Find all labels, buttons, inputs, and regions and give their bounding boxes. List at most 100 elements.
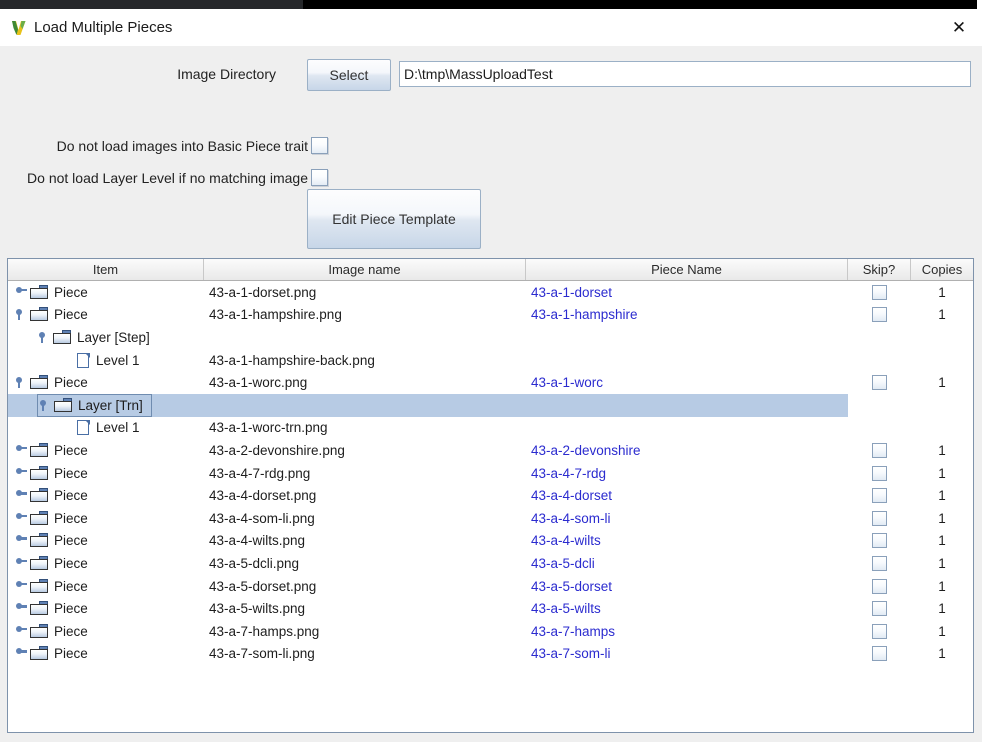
cell-copies[interactable]: 1 [911, 552, 973, 575]
cell-copies[interactable]: 1 [911, 484, 973, 507]
column-header-item[interactable]: Item [8, 259, 204, 280]
cell-copies[interactable]: 1 [911, 439, 973, 462]
tree-collapse-icon[interactable] [37, 331, 50, 344]
cell-skip[interactable] [848, 484, 911, 507]
cell-skip[interactable] [848, 439, 911, 462]
cell-skip[interactable] [848, 304, 911, 327]
cell-piece-name[interactable]: 43-a-4-dorset [526, 484, 848, 507]
column-header-copies[interactable]: Copies [911, 259, 973, 280]
cell-skip[interactable] [848, 620, 911, 643]
cell-piece-name[interactable]: 43-a-4-som-li [526, 507, 848, 530]
cell-piece-name[interactable]: 43-a-2-devonshire [526, 439, 848, 462]
cell-image-name[interactable]: 43-a-5-dorset.png [204, 575, 526, 598]
cell-image-name[interactable]: 43-a-1-worc-trn.png [204, 417, 526, 440]
table-row[interactable]: Piece43-a-4-wilts.png43-a-4-wilts1 [8, 530, 973, 553]
cell-image-name[interactable]: 43-a-4-7-rdg.png [204, 462, 526, 485]
cell-piece-name[interactable] [526, 417, 848, 440]
cell-item[interactable]: Layer [Trn] [8, 394, 204, 417]
cell-image-name[interactable]: 43-a-1-worc.png [204, 371, 526, 394]
cell-piece-name[interactable]: 43-a-7-hamps [526, 620, 848, 643]
edit-piece-template-button[interactable]: Edit Piece Template [307, 189, 481, 249]
cell-skip[interactable] [848, 281, 911, 304]
tree-expand-icon[interactable] [14, 557, 27, 570]
table-row[interactable]: Piece43-a-5-dcli.png43-a-5-dcli1 [8, 552, 973, 575]
tree-collapse-icon[interactable] [14, 308, 27, 321]
tree-expand-icon[interactable] [14, 467, 27, 480]
cell-piece-name[interactable]: 43-a-7-som-li [526, 643, 848, 666]
cell-piece-name[interactable] [526, 394, 848, 417]
cell-item[interactable]: Piece [8, 643, 204, 666]
table-row[interactable]: Piece43-a-7-som-li.png43-a-7-som-li1 [8, 643, 973, 666]
skip-checkbox[interactable] [872, 511, 887, 526]
skip-checkbox[interactable] [872, 307, 887, 322]
cell-piece-name[interactable]: 43-a-5-dorset [526, 575, 848, 598]
cell-item[interactable]: Piece [8, 507, 204, 530]
select-directory-button[interactable]: Select [307, 59, 391, 91]
skip-checkbox[interactable] [872, 556, 887, 571]
skip-checkbox[interactable] [872, 488, 887, 503]
cell-piece-name[interactable]: 43-a-4-7-rdg [526, 462, 848, 485]
tree-expand-icon[interactable] [14, 647, 27, 660]
skip-checkbox[interactable] [872, 579, 887, 594]
cell-item[interactable]: Piece [8, 620, 204, 643]
cell-item[interactable]: Piece [8, 575, 204, 598]
cell-copies[interactable]: 1 [911, 597, 973, 620]
cell-copies[interactable] [911, 417, 973, 440]
cell-piece-name[interactable] [526, 349, 848, 372]
tree-expand-icon[interactable] [14, 580, 27, 593]
cell-image-name[interactable]: 43-a-7-hamps.png [204, 620, 526, 643]
cell-copies[interactable] [911, 326, 973, 349]
cell-skip[interactable] [848, 349, 911, 372]
cell-skip[interactable] [848, 530, 911, 553]
cell-image-name[interactable]: 43-a-4-som-li.png [204, 507, 526, 530]
cell-copies[interactable]: 1 [911, 304, 973, 327]
table-row[interactable]: Piece43-a-2-devonshire.png43-a-2-devonsh… [8, 439, 973, 462]
cell-copies[interactable]: 1 [911, 530, 973, 553]
skip-checkbox[interactable] [872, 533, 887, 548]
skip-checkbox[interactable] [872, 624, 887, 639]
table-row[interactable]: Layer [Step] [8, 326, 973, 349]
cell-item[interactable]: Level 1 [8, 349, 204, 372]
table-row[interactable]: Layer [Trn] [8, 394, 973, 417]
cell-image-name[interactable]: 43-a-1-dorset.png [204, 281, 526, 304]
cell-image-name[interactable]: 43-a-7-som-li.png [204, 643, 526, 666]
image-directory-input[interactable]: D:\tmp\MassUploadTest [399, 61, 971, 87]
column-header-piece-name[interactable]: Piece Name [526, 259, 848, 280]
tree-expand-icon[interactable] [14, 602, 27, 615]
table-row[interactable]: Piece43-a-7-hamps.png43-a-7-hamps 1 [8, 620, 973, 643]
cell-copies[interactable]: 1 [911, 620, 973, 643]
cell-skip[interactable] [848, 575, 911, 598]
cell-copies[interactable]: 1 [911, 281, 973, 304]
cell-item[interactable]: Piece [8, 371, 204, 394]
table-row[interactable]: Piece43-a-5-wilts.png43-a-5-wilts1 [8, 597, 973, 620]
tree-collapse-icon[interactable] [14, 376, 27, 389]
skip-checkbox[interactable] [872, 646, 887, 661]
cell-skip[interactable] [848, 597, 911, 620]
cell-image-name[interactable]: 43-a-4-wilts.png [204, 530, 526, 553]
tree-expand-icon[interactable] [14, 444, 27, 457]
checkbox-no-layer-level[interactable] [311, 169, 328, 186]
cell-skip[interactable] [848, 507, 911, 530]
cell-skip[interactable] [848, 371, 911, 394]
tree-expand-icon[interactable] [14, 625, 27, 638]
cell-copies[interactable]: 1 [911, 507, 973, 530]
cell-item[interactable]: Piece [8, 439, 204, 462]
table-row[interactable]: Level 143-a-1-worc-trn.png [8, 417, 973, 440]
skip-checkbox[interactable] [872, 443, 887, 458]
cell-piece-name[interactable]: 43-a-4-wilts [526, 530, 848, 553]
cell-image-name[interactable]: 43-a-1-hampshire-back.png [204, 349, 526, 372]
table-row[interactable]: Piece43-a-1-worc.png43-a-1-worc1 [8, 371, 973, 394]
tree-expand-icon[interactable] [14, 286, 27, 299]
skip-checkbox[interactable] [872, 375, 887, 390]
cell-image-name[interactable]: 43-a-5-dcli.png [204, 552, 526, 575]
cell-item[interactable]: Piece [8, 597, 204, 620]
table-row[interactable]: Piece43-a-1-dorset.png43-a-1-dorset1 [8, 281, 973, 304]
skip-checkbox[interactable] [872, 285, 887, 300]
cell-piece-name[interactable]: 43-a-1-dorset [526, 281, 848, 304]
cell-copies[interactable] [911, 394, 973, 417]
cell-item[interactable]: Level 1 [8, 417, 204, 440]
table-row[interactable]: Piece43-a-1-hampshire.png43-a-1-hampshir… [8, 304, 973, 327]
table-row[interactable]: Level 143-a-1-hampshire-back.png [8, 349, 973, 372]
cell-image-name[interactable]: 43-a-2-devonshire.png [204, 439, 526, 462]
cell-image-name[interactable] [204, 326, 526, 349]
